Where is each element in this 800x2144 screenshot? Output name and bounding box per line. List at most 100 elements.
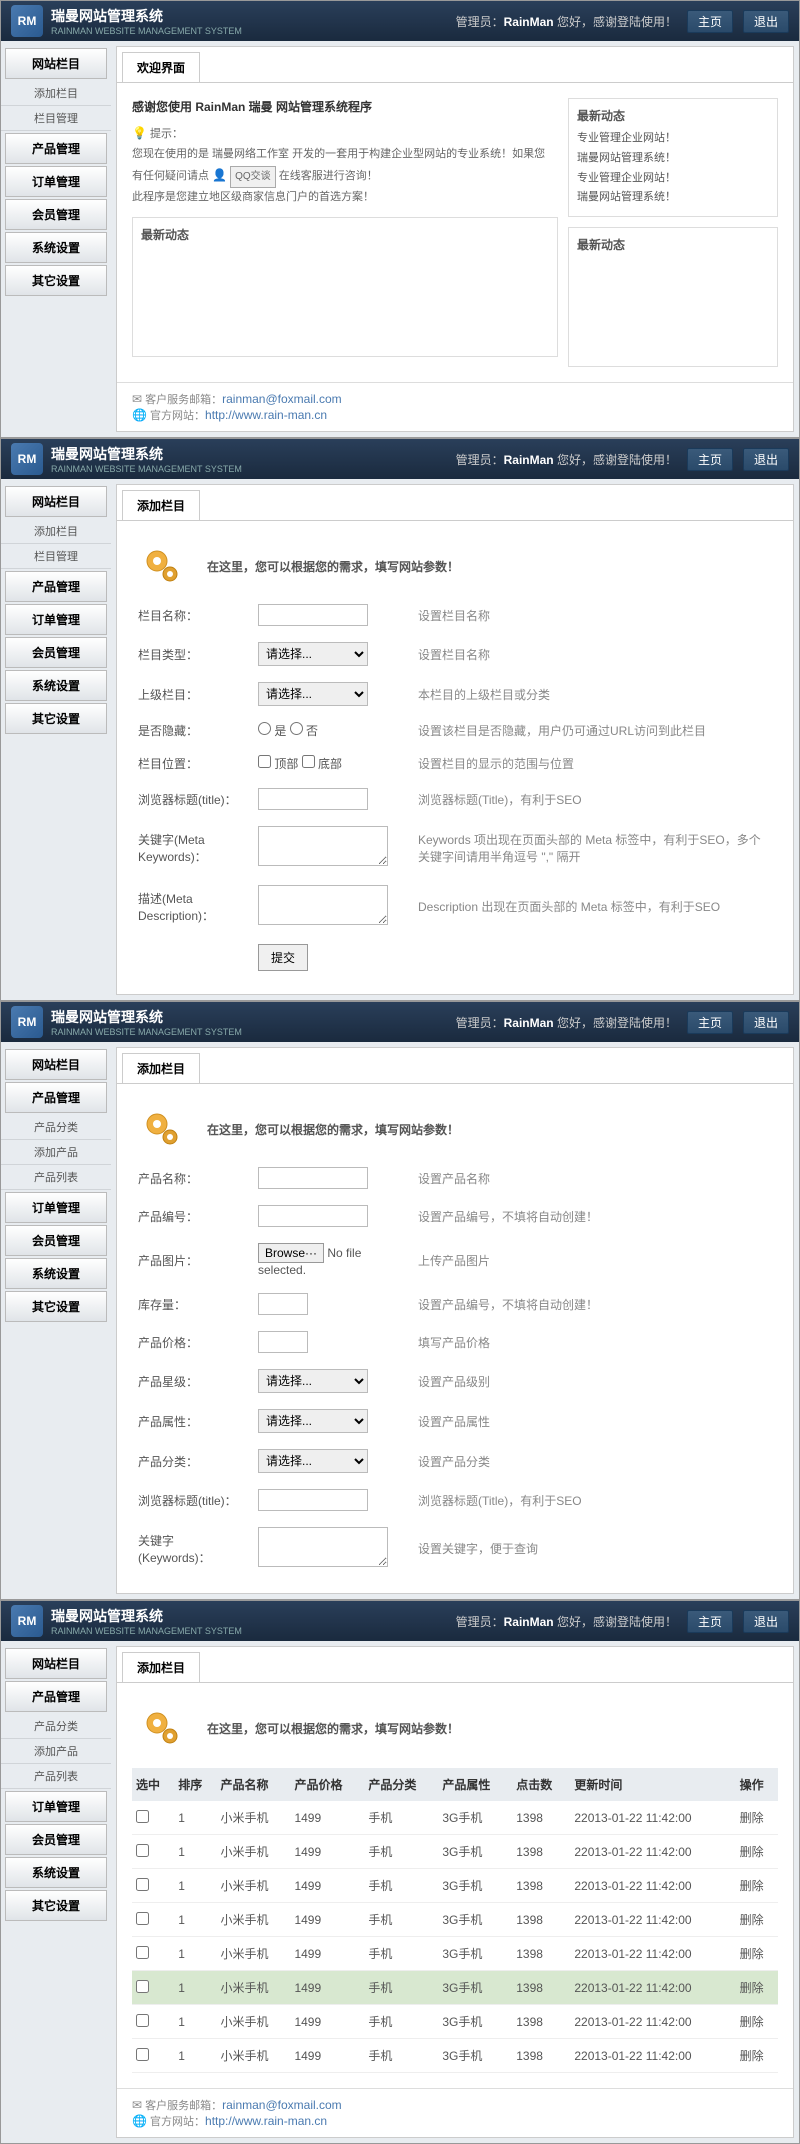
- input-0[interactable]: [258, 604, 368, 626]
- home-button[interactable]: 主页: [687, 1610, 733, 1633]
- row-checkbox[interactable]: [136, 1810, 149, 1823]
- form-row: 产品价格： 填写产品价格: [132, 1323, 778, 1361]
- qq-chat-button[interactable]: QQ交谈: [230, 166, 276, 188]
- input-3[interactable]: [258, 1293, 308, 1315]
- menu-add-column[interactable]: 添加栏目: [1, 81, 111, 106]
- input-0[interactable]: [258, 1167, 368, 1189]
- delete-link[interactable]: 删除: [740, 1981, 764, 1995]
- footer-email-link[interactable]: rainman@foxmail.com: [222, 2098, 342, 2112]
- delete-link[interactable]: 删除: [740, 2049, 764, 2063]
- menu-product-list[interactable]: 产品列表: [1, 1764, 111, 1789]
- menu-order-manage[interactable]: 订单管理: [5, 1192, 107, 1223]
- menu-system-settings[interactable]: 系统设置: [5, 1857, 107, 1888]
- radio-opt1[interactable]: 是: [258, 724, 286, 738]
- delete-link[interactable]: 删除: [740, 1845, 764, 1859]
- delete-link[interactable]: 删除: [740, 1811, 764, 1825]
- row-checkbox[interactable]: [136, 1946, 149, 1959]
- menu-product-manage[interactable]: 产品管理: [5, 1681, 107, 1712]
- table-row: 1 小米手机 1499 手机 3G手机 1398 22013-01-22 11:…: [132, 1937, 778, 1971]
- delete-link[interactable]: 删除: [740, 1947, 764, 1961]
- logout-button[interactable]: 退出: [743, 1011, 789, 1034]
- cell-cat: 手机: [364, 2039, 438, 2073]
- delete-link[interactable]: 删除: [740, 1913, 764, 1927]
- menu-member-manage[interactable]: 会员管理: [5, 199, 107, 230]
- select-1[interactable]: 请选择...: [258, 642, 368, 666]
- row-checkbox[interactable]: [136, 2014, 149, 2027]
- logout-button[interactable]: 退出: [743, 448, 789, 471]
- menu-other-settings[interactable]: 其它设置: [5, 1291, 107, 1322]
- home-button[interactable]: 主页: [687, 1011, 733, 1034]
- menu-system-settings[interactable]: 系统设置: [5, 670, 107, 701]
- delete-link[interactable]: 删除: [740, 2015, 764, 2029]
- home-button[interactable]: 主页: [687, 10, 733, 33]
- form-label: 产品价格：: [132, 1323, 252, 1361]
- select-2[interactable]: 请选择...: [258, 682, 368, 706]
- input-4[interactable]: [258, 1331, 308, 1353]
- menu-product-manage[interactable]: 产品管理: [5, 133, 107, 164]
- submit-button[interactable]: 提交: [258, 944, 308, 971]
- footer-email-link[interactable]: rainman@foxmail.com: [222, 392, 342, 406]
- row-checkbox[interactable]: [136, 1878, 149, 1891]
- cell-cat: 手机: [364, 1835, 438, 1869]
- form-label: 产品图片：: [132, 1235, 252, 1285]
- tab-add-column[interactable]: 添加栏目: [122, 490, 200, 520]
- menu-other-settings[interactable]: 其它设置: [5, 703, 107, 734]
- select-6[interactable]: 请选择...: [258, 1409, 368, 1433]
- menu-product-category[interactable]: 产品分类: [1, 1714, 111, 1739]
- footer-site-link[interactable]: http://www.rain-man.cn: [205, 408, 327, 422]
- row-checkbox[interactable]: [136, 1912, 149, 1925]
- menu-product-manage[interactable]: 产品管理: [5, 1082, 107, 1113]
- menu-website-columns[interactable]: 网站栏目: [5, 486, 107, 517]
- menu-system-settings[interactable]: 系统设置: [5, 1258, 107, 1289]
- tab-add-column[interactable]: 添加栏目: [122, 1053, 200, 1083]
- menu-add-product[interactable]: 添加产品: [1, 1739, 111, 1764]
- textarea-7[interactable]: [258, 885, 388, 925]
- menu-system-settings[interactable]: 系统设置: [5, 232, 107, 263]
- menu-member-manage[interactable]: 会员管理: [5, 1225, 107, 1256]
- home-button[interactable]: 主页: [687, 448, 733, 471]
- logout-button[interactable]: 退出: [743, 10, 789, 33]
- menu-product-manage[interactable]: 产品管理: [5, 571, 107, 602]
- input-1[interactable]: [258, 1205, 368, 1227]
- footer-site-link[interactable]: http://www.rain-man.cn: [205, 2114, 327, 2128]
- logout-button[interactable]: 退出: [743, 1610, 789, 1633]
- menu-add-column[interactable]: 添加栏目: [1, 519, 111, 544]
- row-checkbox[interactable]: [136, 2048, 149, 2061]
- table-header: 点击数: [512, 1768, 570, 1801]
- menu-add-product[interactable]: 添加产品: [1, 1140, 111, 1165]
- menu-order-manage[interactable]: 订单管理: [5, 1791, 107, 1822]
- select-5[interactable]: 请选择...: [258, 1369, 368, 1393]
- menu-order-manage[interactable]: 订单管理: [5, 604, 107, 635]
- menu-product-list[interactable]: 产品列表: [1, 1165, 111, 1190]
- form-hint: 填写产品价格: [412, 1323, 778, 1361]
- menu-website-columns[interactable]: 网站栏目: [5, 48, 107, 79]
- select-7[interactable]: 请选择...: [258, 1449, 368, 1473]
- delete-link[interactable]: 删除: [740, 1879, 764, 1893]
- row-checkbox[interactable]: [136, 1844, 149, 1857]
- menu-member-manage[interactable]: 会员管理: [5, 637, 107, 668]
- menu-product-category[interactable]: 产品分类: [1, 1115, 111, 1140]
- textarea-9[interactable]: [258, 1527, 388, 1567]
- menu-other-settings[interactable]: 其它设置: [5, 1890, 107, 1921]
- tab-welcome[interactable]: 欢迎界面: [122, 52, 200, 82]
- form-hint: 浏览器标题(Title)，有利于SEO: [412, 780, 778, 818]
- menu-other-settings[interactable]: 其它设置: [5, 265, 107, 296]
- check-opt1[interactable]: 顶部: [258, 757, 298, 771]
- check-opt2[interactable]: 底部: [302, 757, 342, 771]
- news-box-left: 最新动态: [132, 217, 558, 357]
- menu-website-columns[interactable]: 网站栏目: [5, 1648, 107, 1679]
- cell-price: 1499: [290, 1869, 364, 1903]
- row-checkbox[interactable]: [136, 1980, 149, 1993]
- menu-column-manage[interactable]: 栏目管理: [1, 106, 111, 131]
- input-5[interactable]: [258, 788, 368, 810]
- browse-button[interactable]: Browse···: [258, 1243, 324, 1263]
- radio-opt2[interactable]: 否: [290, 724, 318, 738]
- textarea-6[interactable]: [258, 826, 388, 866]
- menu-website-columns[interactable]: 网站栏目: [5, 1049, 107, 1080]
- input-8[interactable]: [258, 1489, 368, 1511]
- menu-column-manage[interactable]: 栏目管理: [1, 544, 111, 569]
- menu-order-manage[interactable]: 订单管理: [5, 166, 107, 197]
- menu-member-manage[interactable]: 会员管理: [5, 1824, 107, 1855]
- tab-add-column[interactable]: 添加栏目: [122, 1652, 200, 1682]
- form-row: 产品分类： 请选择... 设置产品分类: [132, 1441, 778, 1481]
